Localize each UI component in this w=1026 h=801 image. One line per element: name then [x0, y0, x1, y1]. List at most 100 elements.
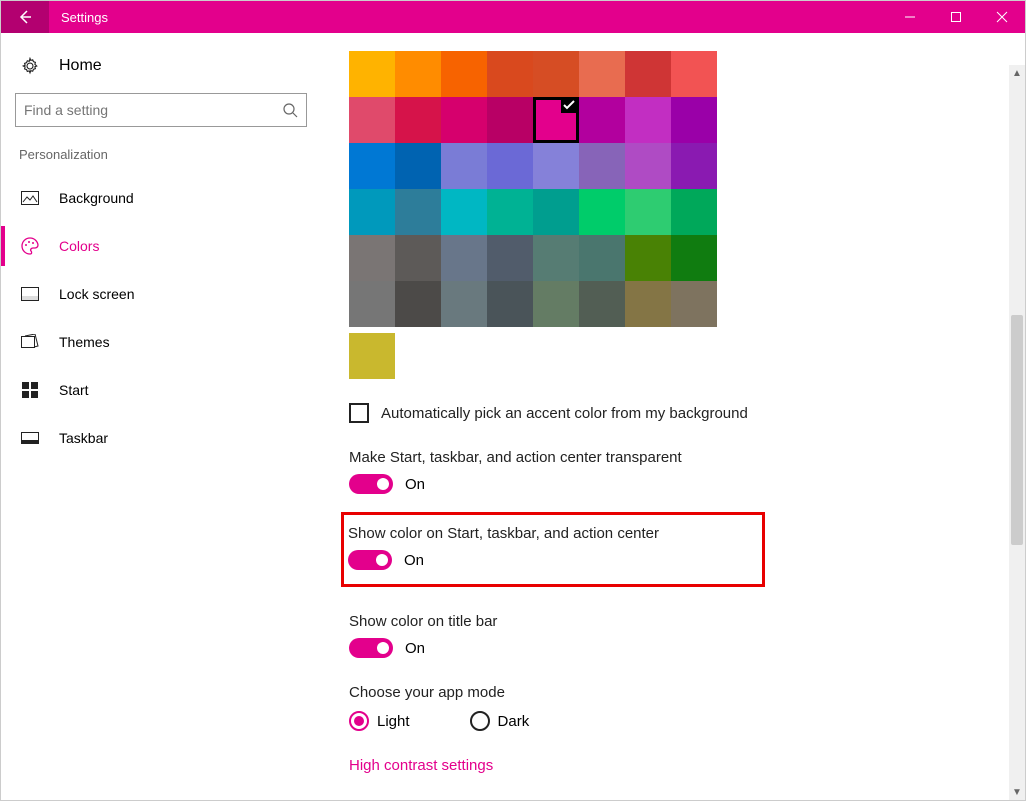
color-swatch[interactable] [579, 97, 625, 143]
color-swatch[interactable] [671, 235, 717, 281]
maximize-button[interactable] [933, 1, 979, 33]
color-swatch[interactable] [579, 235, 625, 281]
color-swatch[interactable] [671, 97, 717, 143]
minimize-icon [904, 11, 916, 23]
transparent-state: On [405, 476, 425, 493]
transparent-label: Make Start, taskbar, and action center t… [349, 449, 1025, 466]
transparent-toggle[interactable] [349, 474, 393, 494]
color-swatch[interactable] [533, 281, 579, 327]
show-color-start-toggle[interactable] [348, 550, 392, 570]
taskbar-icon [19, 432, 41, 444]
sidebar-item-taskbar[interactable]: Taskbar [1, 414, 321, 462]
color-swatch[interactable] [579, 51, 625, 97]
color-swatch-extra[interactable] [349, 333, 395, 379]
color-swatch[interactable] [625, 143, 671, 189]
content-pane: Automatically pick an accent color from … [321, 33, 1025, 800]
color-swatch[interactable] [533, 235, 579, 281]
auto-color-checkbox[interactable] [349, 403, 369, 423]
color-swatch[interactable] [395, 281, 441, 327]
color-swatch[interactable] [533, 189, 579, 235]
scrollbar[interactable]: ▲ ▼ [1009, 65, 1025, 800]
color-swatch[interactable] [395, 97, 441, 143]
high-contrast-link[interactable]: High contrast settings [349, 757, 493, 774]
home-button[interactable]: Home [1, 51, 321, 89]
scroll-thumb[interactable] [1011, 315, 1023, 545]
color-swatch[interactable] [579, 281, 625, 327]
color-swatch[interactable] [441, 281, 487, 327]
nav-label: Background [59, 190, 134, 206]
color-swatch[interactable] [671, 281, 717, 327]
color-swatch[interactable] [487, 143, 533, 189]
sidebar-item-background[interactable]: Background [1, 174, 321, 222]
section-heading [349, 33, 1025, 41]
app-mode-dark-label: Dark [498, 713, 530, 730]
palette-icon [19, 237, 41, 255]
sidebar-item-start[interactable]: Start [1, 366, 321, 414]
color-swatch[interactable] [441, 189, 487, 235]
show-color-title-toggle[interactable] [349, 638, 393, 658]
close-icon [996, 11, 1008, 23]
color-swatch[interactable] [487, 235, 533, 281]
show-color-start-label: Show color on Start, taskbar, and action… [348, 525, 750, 542]
nav-label: Colors [59, 238, 99, 254]
search-input[interactable] [24, 102, 282, 118]
color-swatch[interactable] [671, 189, 717, 235]
themes-icon [19, 334, 41, 350]
color-swatch[interactable] [625, 97, 671, 143]
highlight-annotation: Show color on Start, taskbar, and action… [341, 512, 765, 587]
color-swatch[interactable] [487, 189, 533, 235]
minimize-button[interactable] [887, 1, 933, 33]
color-swatch[interactable] [441, 235, 487, 281]
search-box[interactable] [15, 93, 307, 127]
color-swatch[interactable] [349, 97, 395, 143]
color-swatch[interactable] [487, 281, 533, 327]
color-swatch[interactable] [533, 51, 579, 97]
color-swatch[interactable] [487, 97, 533, 143]
color-swatch[interactable] [441, 143, 487, 189]
color-swatch[interactable] [349, 281, 395, 327]
color-swatch[interactable] [349, 51, 395, 97]
color-swatch[interactable] [349, 235, 395, 281]
color-swatch[interactable] [579, 143, 625, 189]
color-swatch[interactable] [441, 51, 487, 97]
color-swatch[interactable] [487, 51, 533, 97]
color-swatch[interactable] [395, 143, 441, 189]
scroll-up-icon[interactable]: ▲ [1009, 65, 1025, 81]
color-swatch[interactable] [441, 97, 487, 143]
color-swatch[interactable] [395, 235, 441, 281]
color-swatch[interactable] [349, 143, 395, 189]
check-icon [562, 99, 576, 111]
color-swatch[interactable] [579, 189, 625, 235]
maximize-icon [950, 11, 962, 23]
sidebar-item-themes[interactable]: Themes [1, 318, 321, 366]
show-color-start-state: On [404, 552, 424, 569]
color-swatch[interactable] [349, 189, 395, 235]
home-label: Home [59, 57, 102, 75]
back-button[interactable] [1, 1, 49, 33]
color-swatch[interactable] [395, 51, 441, 97]
close-button[interactable] [979, 1, 1025, 33]
nav-label: Start [59, 382, 89, 398]
color-swatch[interactable] [395, 189, 441, 235]
color-swatch[interactable] [625, 189, 671, 235]
app-mode-dark-radio[interactable] [470, 711, 490, 731]
color-swatch[interactable] [671, 51, 717, 97]
lock-screen-icon [19, 287, 41, 301]
color-swatch[interactable] [625, 51, 671, 97]
scroll-down-icon[interactable]: ▼ [1009, 784, 1025, 800]
window-title: Settings [49, 10, 108, 25]
sidebar-item-lock-screen[interactable]: Lock screen [1, 270, 321, 318]
color-swatch[interactable] [625, 281, 671, 327]
nav-label: Taskbar [59, 430, 108, 446]
color-swatch[interactable] [533, 97, 579, 143]
color-swatch[interactable] [671, 143, 717, 189]
color-swatch[interactable] [625, 235, 671, 281]
arrow-left-icon [17, 9, 33, 25]
color-swatch[interactable] [533, 143, 579, 189]
nav-label: Themes [59, 334, 110, 350]
sidebar-item-colors[interactable]: Colors [1, 222, 321, 270]
sidebar: Home Personalization Background Colors L… [1, 33, 321, 800]
picture-icon [19, 191, 41, 205]
app-mode-light-radio[interactable] [349, 711, 369, 731]
show-color-title-label: Show color on title bar [349, 613, 1025, 630]
